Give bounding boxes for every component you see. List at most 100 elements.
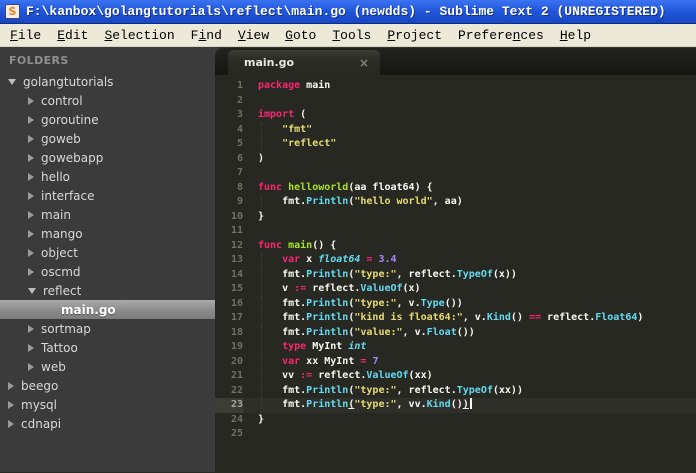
chevron-right-icon[interactable] [8, 400, 14, 409]
tree-item-label: main.go [61, 302, 116, 317]
sidebar-item-main[interactable]: main [0, 205, 215, 224]
chevron-right-icon[interactable] [8, 381, 14, 390]
chevron-right-icon[interactable] [28, 172, 34, 181]
close-icon[interactable]: × [359, 56, 369, 70]
chevron-right-icon[interactable] [28, 229, 34, 238]
code-line: 12 func main() { [215, 239, 696, 254]
menu-item-tools[interactable]: Tools [324, 26, 379, 45]
code-line-content[interactable]: v := reflect.ValueOf(x) [243, 282, 421, 297]
chevron-down-icon[interactable] [8, 78, 16, 85]
code-area[interactable]: 1 package main 2 3 import (4 "fmt" 5 "reflect… [215, 75, 696, 472]
code-line-content[interactable]: "reflect" [243, 137, 336, 152]
code-line-content[interactable] [243, 94, 258, 109]
tree-item-label: hello [41, 169, 70, 184]
tab-main-go[interactable]: main.go × [228, 50, 380, 75]
sidebar-item-beego[interactable]: beego [0, 376, 215, 395]
code-line: 25 [215, 427, 696, 442]
line-number: 5 [236, 138, 243, 149]
code-line-content[interactable]: fmt.Println("kind is float64:", v.Kind()… [243, 311, 643, 326]
code-line-content[interactable]: func main() { [243, 239, 336, 254]
sidebar-item-sortmap[interactable]: sortmap [0, 319, 215, 338]
code-line: 19 type MyInt int [215, 340, 696, 355]
line-number: 10 [230, 210, 243, 222]
code-line: 4 "fmt" [215, 122, 696, 138]
code-line-content[interactable]: ) [243, 152, 264, 167]
code-line-content[interactable]: } [243, 210, 264, 225]
code-line-content[interactable]: } [243, 413, 264, 428]
chevron-right-icon[interactable] [28, 191, 34, 200]
line-number: 2 [236, 94, 243, 106]
chevron-right-icon[interactable] [28, 324, 34, 333]
code-line-content[interactable]: fmt.Println("type:", v.Type()) [243, 297, 463, 312]
tree-item-label: control [41, 93, 83, 108]
line-number: 4 [236, 123, 243, 135]
menu-item-selection[interactable]: Selection [96, 26, 182, 45]
chevron-right-icon[interactable] [28, 362, 34, 371]
sidebar-item-interface[interactable]: interface [0, 186, 215, 205]
chevron-right-icon[interactable] [28, 96, 34, 105]
sidebar-item-goroutine[interactable]: goroutine [0, 110, 215, 129]
tree-item-label: oscmd [41, 264, 81, 279]
sidebar-item-reflect[interactable]: reflect [0, 281, 215, 300]
chevron-right-icon[interactable] [28, 115, 34, 124]
menu-item-view[interactable]: View [230, 26, 277, 45]
chevron-right-icon[interactable] [28, 134, 34, 143]
code-line-content[interactable]: package main [243, 79, 330, 94]
chevron-down-icon[interactable] [28, 287, 36, 294]
menu-item-goto[interactable]: Goto [277, 26, 324, 45]
code-line-content[interactable]: type MyInt int [243, 340, 366, 355]
sidebar-item-tattoo[interactable]: Tattoo [0, 338, 215, 357]
sidebar-item-mysql[interactable]: mysql [0, 395, 215, 414]
code-line-content[interactable]: "fmt" [243, 123, 312, 138]
code-line-content[interactable] [243, 166, 258, 181]
code-line-content[interactable] [243, 427, 258, 442]
chevron-right-icon[interactable] [28, 153, 34, 162]
chevron-right-icon[interactable] [8, 419, 14, 428]
line-number: 8 [236, 181, 243, 193]
tree-item-label: object [41, 245, 78, 260]
code-line-content[interactable]: import ( [243, 108, 306, 123]
chevron-right-icon[interactable] [28, 248, 34, 257]
line-number: 14 [230, 268, 243, 280]
line-number: 1 [236, 80, 243, 91]
menu-item-preferences[interactable]: Preferences [450, 26, 552, 45]
window-body: FOLDERS golangtutorials control goroutine g… [0, 47, 696, 472]
code-line-content[interactable]: vv := reflect.ValueOf(xx) [243, 369, 433, 384]
sidebar-item-main-go[interactable]: main.go [0, 300, 215, 319]
tree-item-label: goroutine [41, 112, 99, 127]
sidebar-item-mango[interactable]: mango [0, 224, 215, 243]
code-line-content[interactable]: fmt.Println("type:", reflect.TypeOf(x)) [243, 268, 517, 283]
code-line-content[interactable]: fmt.Println("type:", vv.Kind()) [243, 398, 472, 413]
sidebar-item-object[interactable]: object [0, 243, 215, 262]
sidebar-item-gowebapp[interactable]: gowebapp [0, 148, 215, 167]
code-line-content[interactable]: fmt.Println("value:", v.Float()) [243, 326, 475, 341]
line-number: 24 [230, 413, 243, 425]
chevron-right-icon[interactable] [28, 267, 34, 276]
sidebar-item-hello[interactable]: hello [0, 167, 215, 186]
code-line-content[interactable] [243, 224, 258, 239]
text-cursor [469, 398, 472, 409]
window-titlebar[interactable]: S F:\kanbox\golangtutorials\reflect\main… [0, 0, 696, 24]
code-line-content[interactable]: var xx MyInt = 7 [243, 355, 378, 370]
sidebar-item-control[interactable]: control [0, 91, 215, 110]
code-line-content[interactable]: func helloworld(aa float64) { [243, 181, 433, 196]
sidebar-item-golangtutorials[interactable]: golangtutorials [0, 72, 215, 91]
code-line-content[interactable]: var x float64 = 3.4 [243, 253, 396, 268]
menu-item-help[interactable]: Help [552, 26, 599, 45]
code-line-content[interactable]: fmt.Println("hello world", aa) [243, 195, 463, 210]
chevron-right-icon[interactable] [28, 343, 34, 352]
code-line-content[interactable]: fmt.Println("type:", reflect.TypeOf(xx)) [243, 384, 523, 399]
sublime-text-icon[interactable]: S [5, 4, 20, 19]
code-line: 8 func helloworld(aa float64) { [215, 181, 696, 196]
sidebar-item-cdnapi[interactable]: cdnapi [0, 414, 215, 433]
code-line: 14 fmt.Println("type:", reflect.TypeOf(x… [215, 267, 696, 283]
menu-item-file[interactable]: File [2, 26, 49, 45]
sidebar-item-web[interactable]: web [0, 357, 215, 376]
chevron-right-icon[interactable] [28, 210, 34, 219]
menu-item-project[interactable]: Project [379, 26, 450, 45]
code-line: 16 fmt.Println("type:", v.Type()) [215, 296, 696, 312]
menu-item-edit[interactable]: Edit [49, 26, 96, 45]
menu-item-find[interactable]: Find [183, 26, 230, 45]
sidebar-item-goweb[interactable]: goweb [0, 129, 215, 148]
sidebar-item-oscmd[interactable]: oscmd [0, 262, 215, 281]
